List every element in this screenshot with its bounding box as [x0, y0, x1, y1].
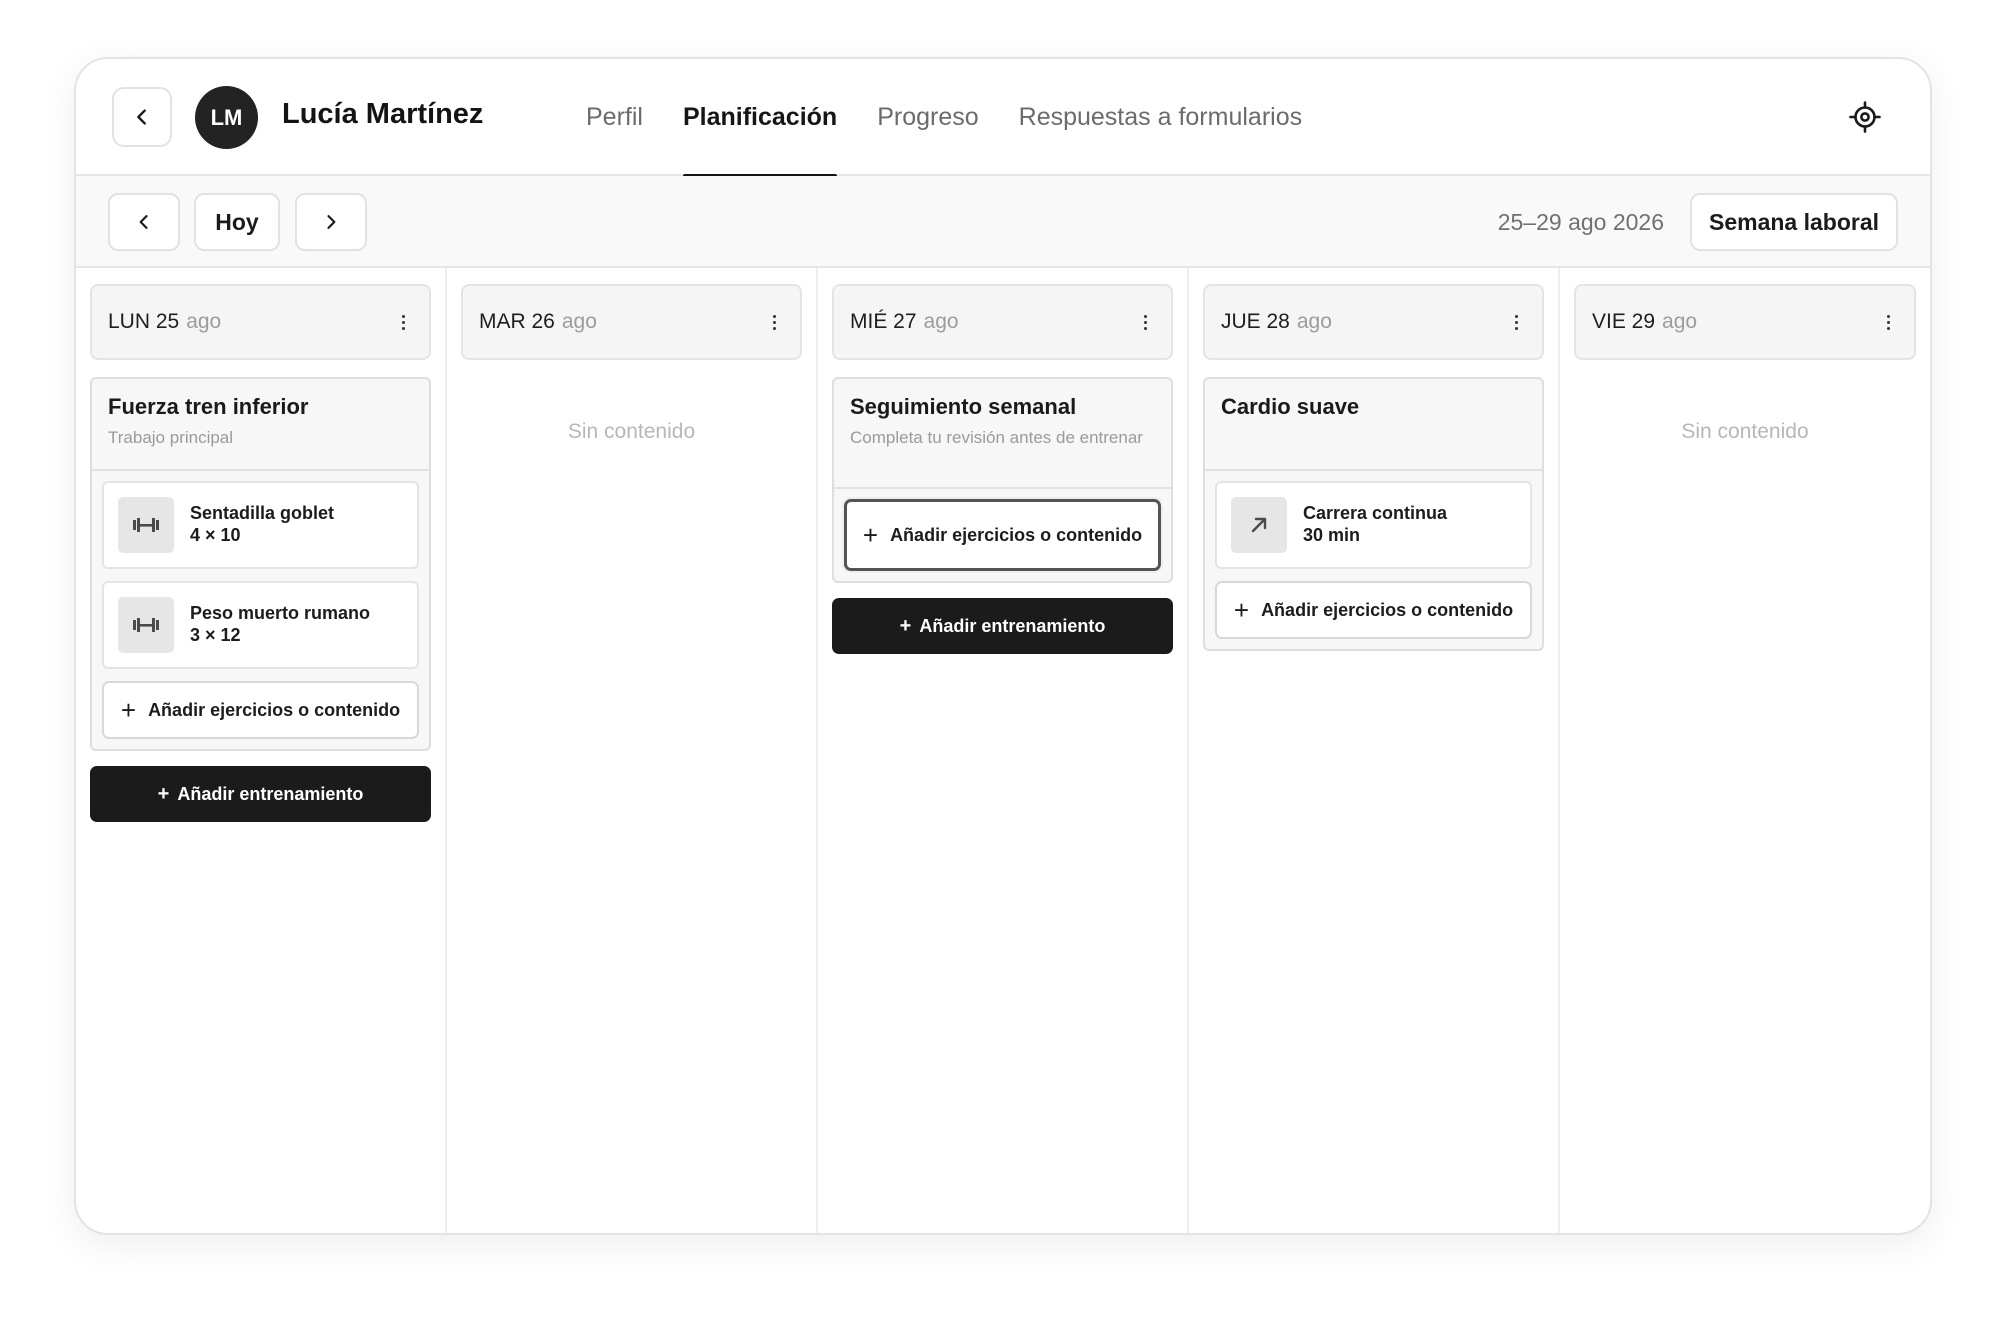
- day-header: LUN 25 ago: [90, 284, 431, 360]
- day-label: VIE 29: [1592, 310, 1656, 333]
- day-label: JUE 28: [1221, 310, 1290, 333]
- workout-body: Carrera continua 30 min + Añadir ejercic…: [1205, 471, 1542, 649]
- day-month: ago: [1296, 310, 1332, 333]
- workout-title: Fuerza tren inferior: [108, 394, 309, 419]
- day-month: ago: [923, 310, 959, 333]
- add-workout-button[interactable]: + Añadir entrenamiento: [90, 766, 431, 822]
- dumbbell-icon: [118, 497, 174, 553]
- day-month: ago: [186, 310, 222, 333]
- day-column-jue: JUE 28 ago Cardio suave Carrera continua…: [1189, 268, 1560, 1233]
- more-options-icon[interactable]: [1878, 309, 1898, 335]
- more-options-icon[interactable]: [1135, 309, 1155, 335]
- plus-icon: +: [862, 519, 879, 550]
- day-header: MIÉ 27 ago: [832, 284, 1173, 360]
- add-workout-label: Añadir entrenamiento: [919, 615, 1106, 636]
- workout-header: Cardio suave: [1205, 379, 1542, 471]
- day-header: MAR 26 ago: [461, 284, 802, 360]
- add-content-label: Añadir ejercicios o contenido: [1261, 599, 1514, 620]
- avatar: LM: [195, 86, 258, 149]
- tab-perfil[interactable]: Perfil: [566, 59, 663, 176]
- target-settings-icon: [1849, 101, 1881, 133]
- more-options-icon[interactable]: [1506, 309, 1526, 335]
- add-content-label: Añadir ejercicios o contenido: [148, 699, 401, 720]
- exercise-detail: 4 × 10: [190, 525, 241, 545]
- add-content-button[interactable]: + Añadir ejercicios o contenido: [1215, 581, 1532, 639]
- empty-day-label: Sin contenido: [1681, 420, 1809, 443]
- workout-card[interactable]: Fuerza tren inferior Trabajo principal S…: [90, 377, 431, 751]
- exercise-text: Carrera continua 30 min: [1303, 503, 1447, 546]
- exercise-detail: 3 × 12: [190, 625, 241, 645]
- day-header: JUE 28 ago: [1203, 284, 1544, 360]
- add-workout-label: Añadir entrenamiento: [177, 783, 364, 804]
- more-options-icon[interactable]: [393, 309, 413, 335]
- today-button[interactable]: Hoy: [194, 193, 280, 251]
- plus-icon: +: [899, 614, 912, 637]
- exercise-name: Sentadilla goblet: [190, 503, 335, 524]
- day-month: ago: [1662, 310, 1698, 333]
- exercise-name: Peso muerto rumano: [190, 603, 371, 624]
- empty-day-label: Sin contenido: [567, 420, 696, 443]
- chevron-left-icon: [137, 109, 146, 125]
- dumbbell-icon: [118, 597, 174, 653]
- plus-icon: +: [1233, 594, 1250, 625]
- tab-planificacion[interactable]: Planificación: [663, 59, 857, 178]
- exercise-text: Sentadilla goblet 4 × 10: [190, 503, 334, 546]
- day-column-mie: MIÉ 27 ago Seguimiento semanal Completa …: [818, 268, 1189, 1233]
- settings-button[interactable]: [1848, 100, 1882, 134]
- workout-card[interactable]: Seguimiento semanal Completa tu revisión…: [832, 377, 1173, 583]
- workout-body: Sentadilla goblet 4 × 10 Peso muerto rum…: [92, 471, 429, 749]
- day-column-lun: LUN 25 ago Fuerza tren inferior Trabajo …: [76, 268, 447, 1233]
- workout-header: Fuerza tren inferior Trabajo principal: [92, 379, 429, 471]
- exercise-text: Peso muerto rumano 3 × 12: [190, 603, 370, 646]
- day-column-mar: MAR 26 ago Sin contenido: [447, 268, 818, 1233]
- day-label: LUN 25: [108, 310, 180, 333]
- day-header: VIE 29 ago: [1574, 284, 1916, 360]
- view-selector-button[interactable]: Semana laboral: [1690, 193, 1898, 251]
- exercise-detail: 30 min: [1303, 525, 1361, 545]
- client-header: LM Lucía Martínez Perfil Planificación P…: [76, 59, 1930, 178]
- add-content-button[interactable]: + Añadir ejercicios o contenido: [102, 681, 419, 739]
- client-name: Lucía Martínez: [282, 98, 484, 130]
- previous-week-button[interactable]: [108, 193, 180, 251]
- exercise-item[interactable]: Sentadilla goblet 4 × 10: [102, 481, 419, 569]
- chevron-left-icon: [139, 215, 148, 229]
- exercise-name: Carrera continua: [1303, 503, 1448, 524]
- day-label: MIÉ 27: [850, 310, 917, 333]
- arrow-up-right-icon: [1231, 497, 1287, 553]
- add-content-button[interactable]: + Añadir ejercicios o contenido: [844, 499, 1161, 571]
- workout-subtitle: Completa tu revisión antes de entrenar: [850, 428, 1143, 447]
- tab-respuestas-formularios[interactable]: Respuestas a formularios: [999, 59, 1322, 176]
- calendar-toolbar: Hoy 25–29 ago 2026 Semana laboral: [76, 176, 1930, 268]
- app-window: LM Lucía Martínez Perfil Planificación P…: [74, 57, 1932, 1235]
- workout-title: Cardio suave: [1221, 394, 1360, 419]
- exercise-item[interactable]: Carrera continua 30 min: [1215, 481, 1532, 569]
- plus-icon: +: [120, 694, 137, 725]
- tab-bar: Perfil Planificación Progreso Respuestas…: [566, 59, 1322, 178]
- week-grid: LUN 25 ago Fuerza tren inferior Trabajo …: [76, 268, 1930, 1233]
- chevron-right-icon: [327, 215, 336, 229]
- day-column-vie: VIE 29 ago Sin contenido: [1560, 268, 1930, 1233]
- workout-subtitle: Trabajo principal: [108, 428, 234, 447]
- tab-progreso[interactable]: Progreso: [857, 59, 998, 176]
- plus-icon: +: [157, 782, 170, 805]
- workout-title: Seguimiento semanal: [850, 394, 1077, 419]
- day-month: ago: [561, 310, 597, 333]
- day-label: MAR 26: [479, 310, 555, 333]
- workout-body: + Añadir ejercicios o contenido: [834, 489, 1171, 581]
- exercise-item[interactable]: Peso muerto rumano 3 × 12: [102, 581, 419, 669]
- workout-header: Seguimiento semanal Completa tu revisión…: [834, 379, 1171, 489]
- next-week-button[interactable]: [295, 193, 367, 251]
- add-content-label: Añadir ejercicios o contenido: [890, 524, 1143, 545]
- workout-card[interactable]: Cardio suave Carrera continua 30 min + A…: [1203, 377, 1544, 651]
- date-range: 25–29 ago 2026: [1497, 209, 1664, 235]
- more-options-icon[interactable]: [764, 309, 784, 335]
- back-button[interactable]: [112, 87, 172, 147]
- add-workout-button[interactable]: + Añadir entrenamiento: [832, 598, 1173, 654]
